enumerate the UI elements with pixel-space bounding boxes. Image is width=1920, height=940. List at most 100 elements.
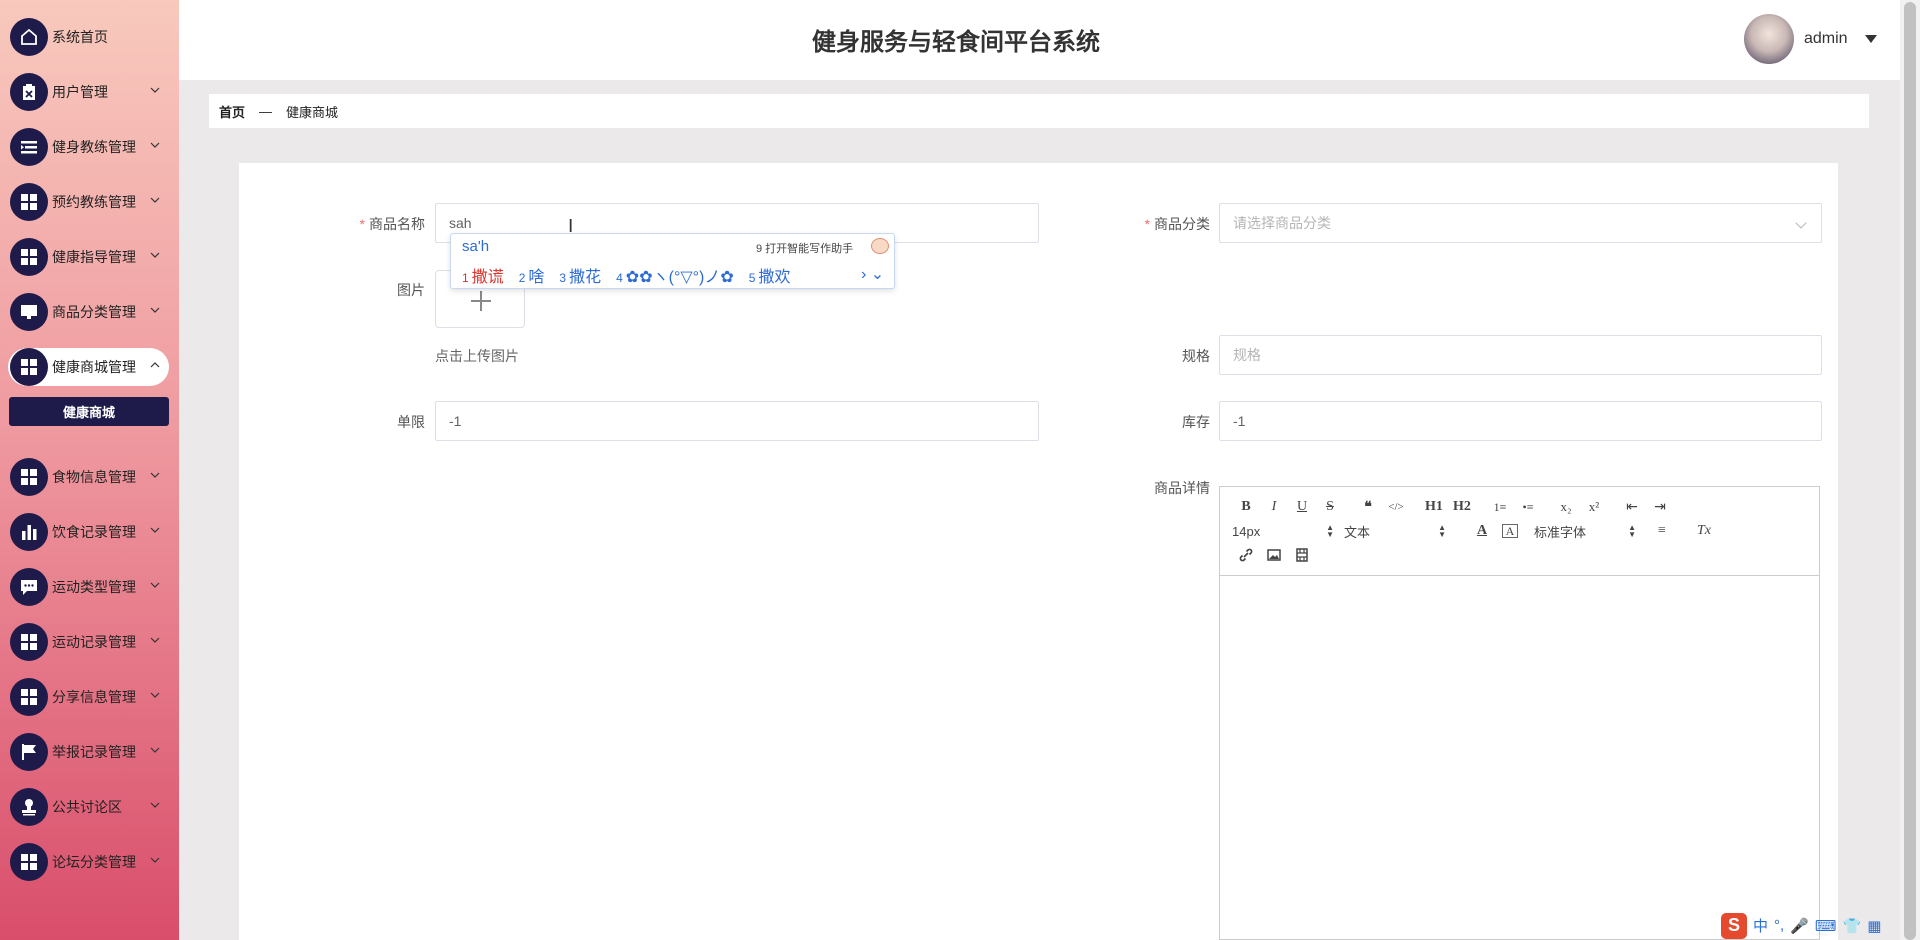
spec-label: 规格 [1182,348,1210,364]
sidebar-item-label: 健身教练管理 [52,139,136,155]
ime-toolbox-icon[interactable]: ▦ [1867,917,1881,935]
sidebar-item-14[interactable]: 公共讨论区 [0,787,179,827]
sidebar-item-9[interactable]: 饮食记录管理 [0,512,179,552]
align-button[interactable]: ≡ [1648,519,1676,543]
sidebar-item-8[interactable]: 食物信息管理 [0,457,179,497]
chevron-up-icon [148,358,162,372]
chevron-down-icon [148,523,162,537]
ime-candidate[interactable]: 4 ✿✿ヽ(°▽°)ノ✿ [616,269,734,286]
limit-input[interactable]: -1 [435,401,1039,441]
user-avatar[interactable] [1744,14,1794,64]
ime-candidate[interactable]: 3 撒花 [559,269,601,286]
video-icon[interactable] [1288,543,1316,567]
ime-next-page-icon[interactable]: › ⌄ [861,264,884,284]
blockquote-button[interactable]: ❝ [1354,495,1382,519]
stock-input[interactable]: -1 [1219,401,1822,441]
underline-button[interactable]: U [1288,495,1316,519]
sidebar-item-3[interactable]: 健身教练管理 [0,127,179,167]
ordered-list-button[interactable]: 1≡ [1486,495,1514,519]
ime-assistant-hint[interactable]: 9 打开智能写作助手 [756,240,853,256]
ime-mic-icon[interactable]: 🎤 [1790,917,1809,935]
user-name[interactable]: admin [1804,30,1848,48]
sidebar-item-6[interactable]: 商品分类管理 [0,292,179,332]
breadcrumb: 首页 — 健康商城 [209,94,1869,128]
clear-format-button[interactable]: Tx [1690,519,1718,543]
grid-icon [10,843,48,881]
sidebar: 系统首页用户管理健身教练管理 预约教练管理健康指导管理商品分类管理健康商城管理 食物… [0,0,179,940]
breadcrumb-home[interactable]: 首页 [219,102,245,121]
ime-punct-icon[interactable]: °, [1774,917,1784,934]
upload-hint: 点击上传图片 [435,348,519,364]
outdent-button[interactable]: ⇤ [1618,495,1646,519]
flag-icon [10,733,48,771]
ime-candidate[interactable]: 2啥 [519,269,545,286]
sidebar-item-label: 商品分类管理 [52,304,136,320]
ime-assistant-icon[interactable] [871,238,889,254]
sidebar-item-7[interactable]: 健康商城管理 [0,347,179,387]
chevron-down-icon [148,798,162,812]
list-icon [10,128,48,166]
sidebar-item-10[interactable]: 运动类型管理 [0,567,179,607]
ime-candidate[interactable]: 1 撒谎 [462,269,504,286]
superscript-button[interactable]: x² [1580,495,1608,519]
image-icon[interactable] [1260,543,1288,567]
category-label: * 商品分类 [1144,216,1210,232]
toolbar-row-2: 14px ▲ ▼ 文本 ▲ ▼ A A 标准字体 ▲ ▼ ≡ Tx [1232,519,1718,543]
h2-button[interactable]: H2 [1448,495,1476,519]
font-family-select[interactable]: 标准字体 ▲ ▼ [1534,519,1640,543]
font-color-button[interactable]: A [1468,519,1496,543]
ime-tray: S 中 °, 🎤 ⌨ 👕 ▦ [1717,911,1920,940]
sogou-logo-icon[interactable]: S [1721,912,1747,939]
sidebar-item-label: 预约教练管理 [52,194,136,210]
sidebar-item-15[interactable]: 论坛分类管理 [0,842,179,882]
sidebar-item-label: 论坛分类管理 [52,854,136,870]
spec-input[interactable]: 规格 [1219,335,1822,375]
bold-button[interactable]: B [1232,495,1260,519]
rich-text-editor[interactable]: B I U S ❝ </> H1 H2 1≡ •≡ x₂ x² ⇤ ⇥ 14px ▲ ▼ 文本 ▲ ▼ A A 标… [1219,486,1820,940]
code-block-button[interactable]: </> [1382,495,1410,519]
sidebar-item-label: 举报记录管理 [52,744,136,760]
background-color-button[interactable]: A [1502,524,1518,538]
scrollbar-thumb[interactable] [1904,2,1916,940]
sidebar-item-13[interactable]: 举报记录管理 [0,732,179,772]
top-header: 健身服务与轻食间平台系统 admin [179,0,1900,80]
header-select[interactable]: 文本 ▲ ▼ [1344,519,1450,543]
breadcrumb-separator: — [259,103,273,119]
sidebar-item-2[interactable]: 用户管理 [0,72,179,112]
indent-button[interactable]: ⇥ [1646,495,1674,519]
toolbar-row-1: B I U S ❝ </> H1 H2 1≡ •≡ x₂ x² ⇤ ⇥ [1232,495,1674,519]
ime-skin-icon[interactable]: 👕 [1843,917,1862,935]
clipboard-icon [10,73,48,111]
subscript-button[interactable]: x₂ [1552,495,1580,519]
chevron-down-icon [148,138,162,152]
bullet-list-button[interactable]: •≡ [1514,495,1542,519]
strike-button[interactable]: S [1316,495,1344,519]
user-menu-caret-icon[interactable] [1865,35,1877,43]
ime-candidates: 1 撒谎 2 啥 3 撒花 4 ✿✿ヽ(°▽°)ノ✿ 5 撒欢 [462,263,805,287]
ime-candidate-popup[interactable]: sa'h 9 打开智能写作助手 1 撒谎 2 啥 3 撒花 4 ✿✿ヽ(°▽°)ノ✿ 5 撒欢 ›… [450,233,895,289]
font-size-select[interactable]: 14px ▲ ▼ [1232,519,1338,543]
limit-label: 单限 [397,414,425,430]
category-select[interactable]: 请选择商品分类 [1219,203,1822,243]
ime-keyboard-icon[interactable]: ⌨ [1815,917,1837,935]
toolbar-row-3 [1232,543,1316,567]
sidebar-item-label: 公共讨论区 [52,799,122,815]
sidebar-item-label: 饮食记录管理 [52,524,136,540]
chevron-down-icon [148,303,162,317]
sidebar-item-1[interactable]: 系统首页 [0,17,179,57]
grid-icon [10,183,48,221]
chevron-down-icon [148,578,162,592]
chevron-down-icon [148,633,162,647]
sidebar-item-4[interactable]: 预约教练管理 [0,182,179,222]
h1-button[interactable]: H1 [1420,495,1448,519]
ime-candidate[interactable]: 5 撒欢 [749,269,791,286]
italic-button[interactable]: I [1260,495,1288,519]
chat-icon [10,568,48,606]
sidebar-item-11[interactable]: 运动记录管理 [0,622,179,662]
sidebar-item-12[interactable]: 分享信息管理 [0,677,179,717]
submenu-item-health-mall[interactable]: 健康商城 [9,397,169,426]
ime-lang-toggle[interactable]: 中 [1753,915,1768,936]
link-icon[interactable] [1232,543,1260,567]
sidebar-item-5[interactable]: 健康指导管理 [0,237,179,277]
page-scrollbar[interactable] [1900,0,1920,940]
